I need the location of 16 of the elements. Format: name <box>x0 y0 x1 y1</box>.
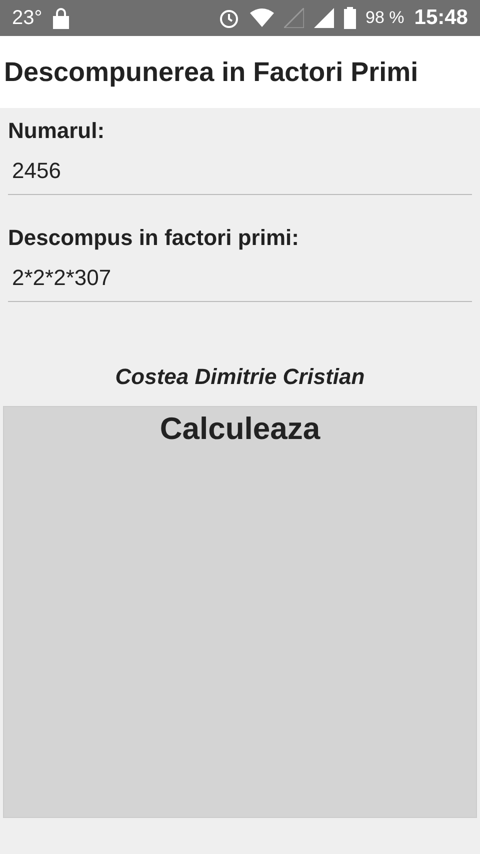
field-label: Descompus in factori primi: <box>8 225 300 251</box>
alarm-icon <box>218 7 240 29</box>
input-field[interactable]: 2456 <box>8 144 472 195</box>
temperature: 23° <box>12 6 42 30</box>
calculate-button[interactable]: Calculeaza <box>3 406 477 818</box>
signal-icon <box>314 8 334 28</box>
wifi-icon <box>250 8 274 28</box>
app-title: Descompunerea in Factori Primi <box>0 36 480 108</box>
signal-icon <box>284 8 304 28</box>
author-name: Costea Dimitrie Cristian <box>114 364 366 390</box>
battery-percentage: 98 % <box>366 8 404 28</box>
battery-icon <box>344 7 356 29</box>
clock: 15:48 <box>414 6 468 30</box>
input-field[interactable]: 2*2*2*307 <box>8 251 472 302</box>
field-label: Numarul: <box>8 118 106 144</box>
lock-icon <box>52 7 70 29</box>
